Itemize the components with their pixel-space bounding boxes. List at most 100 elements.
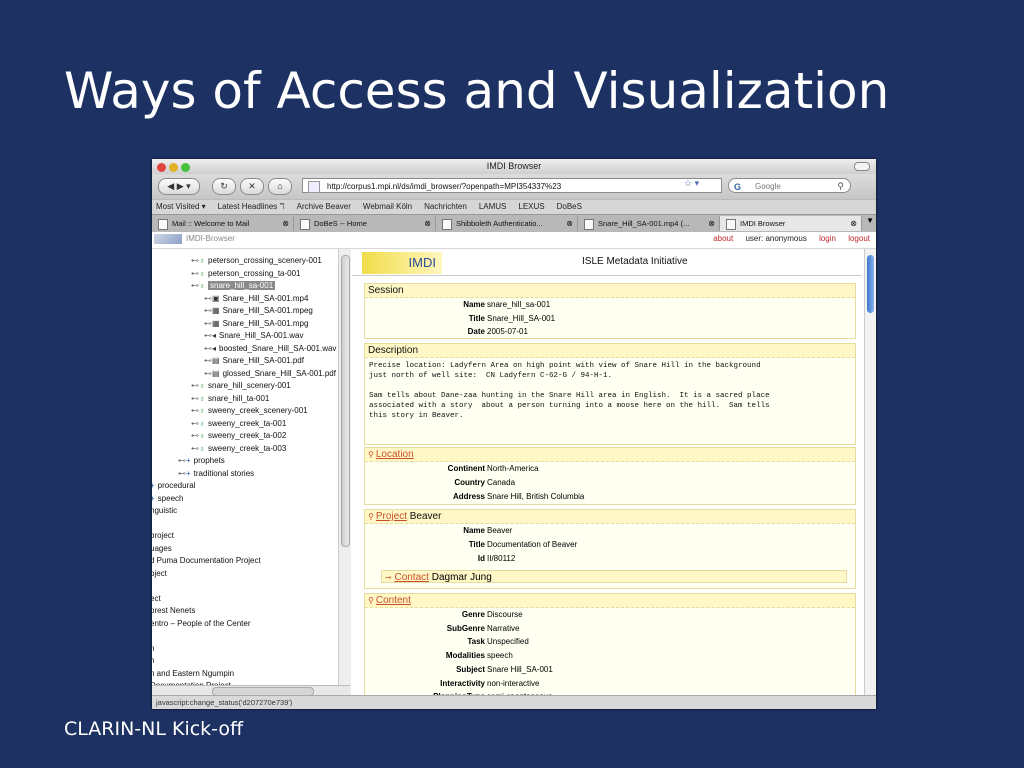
back-forward-button[interactable]: ◀ ▶ ▾ — [158, 178, 200, 195]
login-link[interactable]: login — [819, 234, 836, 243]
tree-connector-icon[interactable]: ⊷ — [178, 469, 186, 478]
tree-node[interactable]: ⊷▤ Snare_Hill_SA-001.pdf — [204, 355, 304, 367]
tree-node-label[interactable]: Snare_Hill_SA-001.pdf — [223, 356, 304, 365]
tab-shibboleth[interactable]: Shibboleth Authenticatio... ⊗ — [436, 216, 578, 231]
tree-connector-icon[interactable]: ⊷ — [191, 256, 199, 265]
bookmark-webmail[interactable]: Webmail Köln — [363, 202, 412, 211]
tree-node[interactable]: ⊷♁ sweeny_creek_ta-002 — [191, 430, 286, 442]
tree-node-label[interactable]: procedural — [158, 481, 196, 490]
tree-connector-icon[interactable]: ⊷ — [178, 456, 186, 465]
tree-node[interactable]: ⊷+ prophets — [178, 455, 225, 467]
tree-node-label[interactable]: peterson_crossing_ta-001 — [208, 269, 301, 278]
tree-node-label[interactable]: d Puma Documentation Project — [152, 556, 261, 565]
tree-node[interactable]: project — [152, 530, 174, 542]
tree-node[interactable]: ⊷♁ snare_hill_ta-001 — [191, 393, 269, 405]
tree-connector-icon[interactable]: ⊷ — [191, 381, 199, 390]
tree-node[interactable]: ect — [152, 593, 161, 605]
tree-node[interactable]: + procedural — [152, 480, 195, 492]
tree-connector-icon[interactable]: ⊷ — [191, 406, 199, 415]
close-tab-icon[interactable]: ⊗ — [424, 216, 431, 231]
tree-connector-icon[interactable]: ⊷ — [191, 444, 199, 453]
scroll-thumb[interactable] — [341, 255, 350, 547]
tree-node-label[interactable]: Snare_Hill_SA-001.mpg — [223, 319, 309, 328]
tree-node-label[interactable]: project — [152, 531, 174, 540]
tree-node[interactable]: ⊷♁ snare_hill_sa-001 — [191, 280, 276, 292]
home-button[interactable]: ⌂ — [268, 178, 292, 195]
close-window-button[interactable] — [157, 163, 166, 172]
tree-node[interactable]: ⊷♁ sweeny_creek_scenery-001 — [191, 405, 308, 417]
contact-link[interactable]: Contact — [394, 572, 428, 583]
tree-node-label[interactable]: traditional stories — [194, 469, 254, 478]
tree-connector-icon[interactable]: ⊷ — [204, 294, 212, 303]
tree-node[interactable]: ⊷◂ Snare_Hill_SA-001.wav — [204, 330, 304, 342]
search-input[interactable]: G Google ⚲ — [728, 178, 851, 193]
scroll-thumb[interactable] — [867, 255, 874, 313]
close-tab-icon[interactable]: ⊗ — [850, 216, 857, 231]
metadata-scrollbar[interactable] — [864, 249, 876, 695]
bookmark-lexus[interactable]: LEXUS — [518, 202, 544, 211]
tree-connector-icon[interactable]: ⊷ — [204, 356, 212, 365]
tree-node-label[interactable]: sweeny_creek_ta-001 — [208, 419, 286, 428]
tree-node-label[interactable]: ect — [152, 594, 161, 603]
magnifier-icon[interactable]: ⚲ — [837, 179, 844, 194]
tree-node[interactable]: + speech — [152, 493, 183, 505]
list-all-tabs-icon[interactable]: ▼ — [866, 216, 874, 225]
tree-node-label[interactable]: Snare_Hill_SA-001.wav — [219, 331, 304, 340]
close-tab-icon[interactable]: ⊗ — [708, 216, 715, 231]
tree-connector-icon[interactable]: ⊷ — [191, 394, 199, 403]
tree-node-label[interactable]: oject — [152, 569, 167, 578]
tree-node-label[interactable]: nguistic — [152, 506, 177, 515]
tree-node[interactable]: ⊷▣ Snare_Hill_SA-001.mp4 — [204, 293, 308, 305]
tab-dobes[interactable]: DoBeS -- Home ⊗ — [294, 216, 436, 231]
tree-node[interactable]: ⊷♁ snare_hill_scenery-001 — [191, 380, 291, 392]
tree-node[interactable]: uages — [152, 543, 172, 555]
tree-connector-icon[interactable]: ⊷ — [191, 419, 199, 428]
bookmark-lamus[interactable]: LAMUS — [479, 202, 507, 211]
tree-connector-icon[interactable]: ⊷ — [191, 431, 199, 440]
tree-connector-icon[interactable]: ⊷ — [204, 369, 212, 378]
toolbar-toggle-button[interactable] — [854, 162, 870, 171]
logout-link[interactable]: logout — [848, 234, 870, 243]
tree-node-label[interactable]: Snare_Hill_SA-001.mp4 — [223, 294, 309, 303]
tree-node-label[interactable]: n and Eastern Ngumpin — [152, 669, 234, 678]
tree-node[interactable]: d Puma Documentation Project — [152, 555, 261, 567]
tree-node[interactable]: oject — [152, 568, 167, 580]
tree-connector-icon[interactable]: ⊷ — [204, 331, 212, 340]
tree-node[interactable]: n — [152, 643, 154, 655]
tree-node[interactable]: entro – People of the Center — [152, 618, 251, 630]
tree-connector-icon[interactable]: ⊷ — [191, 281, 199, 290]
tree-node[interactable]: ⊷▦ Snare_Hill_SA-001.mpeg — [204, 305, 313, 317]
tree-node[interactable]: ⊷▤ glossed_Snare_Hill_SA-001.pdf — [204, 368, 336, 380]
tree-node-label[interactable]: snare_hill_sa-001 — [208, 281, 276, 290]
tree-node-label[interactable]: Snare_Hill_SA-001.mpeg — [223, 306, 313, 315]
bookmark-dobes[interactable]: DoBeS — [557, 202, 582, 211]
reload-button[interactable]: ↻ — [212, 178, 236, 195]
bookmark-most-visited[interactable]: Most Visited ▾ — [156, 202, 206, 211]
tree-node-label[interactable]: sweeny_creek_ta-002 — [208, 431, 286, 440]
tree-node-label[interactable]: prophets — [194, 456, 225, 465]
tree-node[interactable]: ⊷♁ sweeny_creek_ta-003 — [191, 443, 286, 455]
url-bar[interactable]: http://corpus1.mpi.nl/ds/imdi_browser/?o… — [302, 178, 722, 193]
stop-button[interactable]: ✕ — [240, 178, 264, 195]
close-tab-icon[interactable]: ⊗ — [282, 216, 289, 231]
tree-node-label[interactable]: boosted_Snare_Hill_SA-001.wav — [219, 344, 336, 353]
tree-node[interactable]: n and Eastern Ngumpin — [152, 668, 234, 680]
tree-node[interactable]: ⊷◂ boosted_Snare_Hill_SA-001.wav — [204, 343, 336, 355]
tree-node-label[interactable]: speech — [158, 494, 184, 503]
tree-node[interactable]: ⊷♁ peterson_crossing_scenery-001 — [191, 255, 322, 267]
tree-node-label[interactable]: n — [152, 644, 154, 653]
about-link[interactable]: about — [713, 234, 733, 243]
project-link[interactable]: Project — [376, 511, 407, 522]
tree-node-label[interactable]: n — [152, 656, 154, 665]
tree-node[interactable]: ⊷▦ Snare_Hill_SA-001.mpg — [204, 318, 308, 330]
tree-node[interactable]: n — [152, 655, 154, 667]
tree-connector-icon[interactable]: ⊷ — [191, 269, 199, 278]
tree-vertical-scrollbar[interactable] — [338, 249, 351, 695]
tree-node-label[interactable]: uages — [152, 544, 172, 553]
tree-node-label[interactable]: sweeny_creek_scenery-001 — [208, 406, 308, 415]
zoom-window-button[interactable] — [181, 163, 190, 172]
tree-node[interactable]: orest Nenets — [152, 605, 195, 617]
tree-node[interactable]: ⊷♁ sweeny_creek_ta-001 — [191, 418, 286, 430]
tree-node-label[interactable]: glossed_Snare_Hill_SA-001.pdf — [223, 369, 336, 378]
tree-node-label[interactable]: orest Nenets — [152, 606, 195, 615]
